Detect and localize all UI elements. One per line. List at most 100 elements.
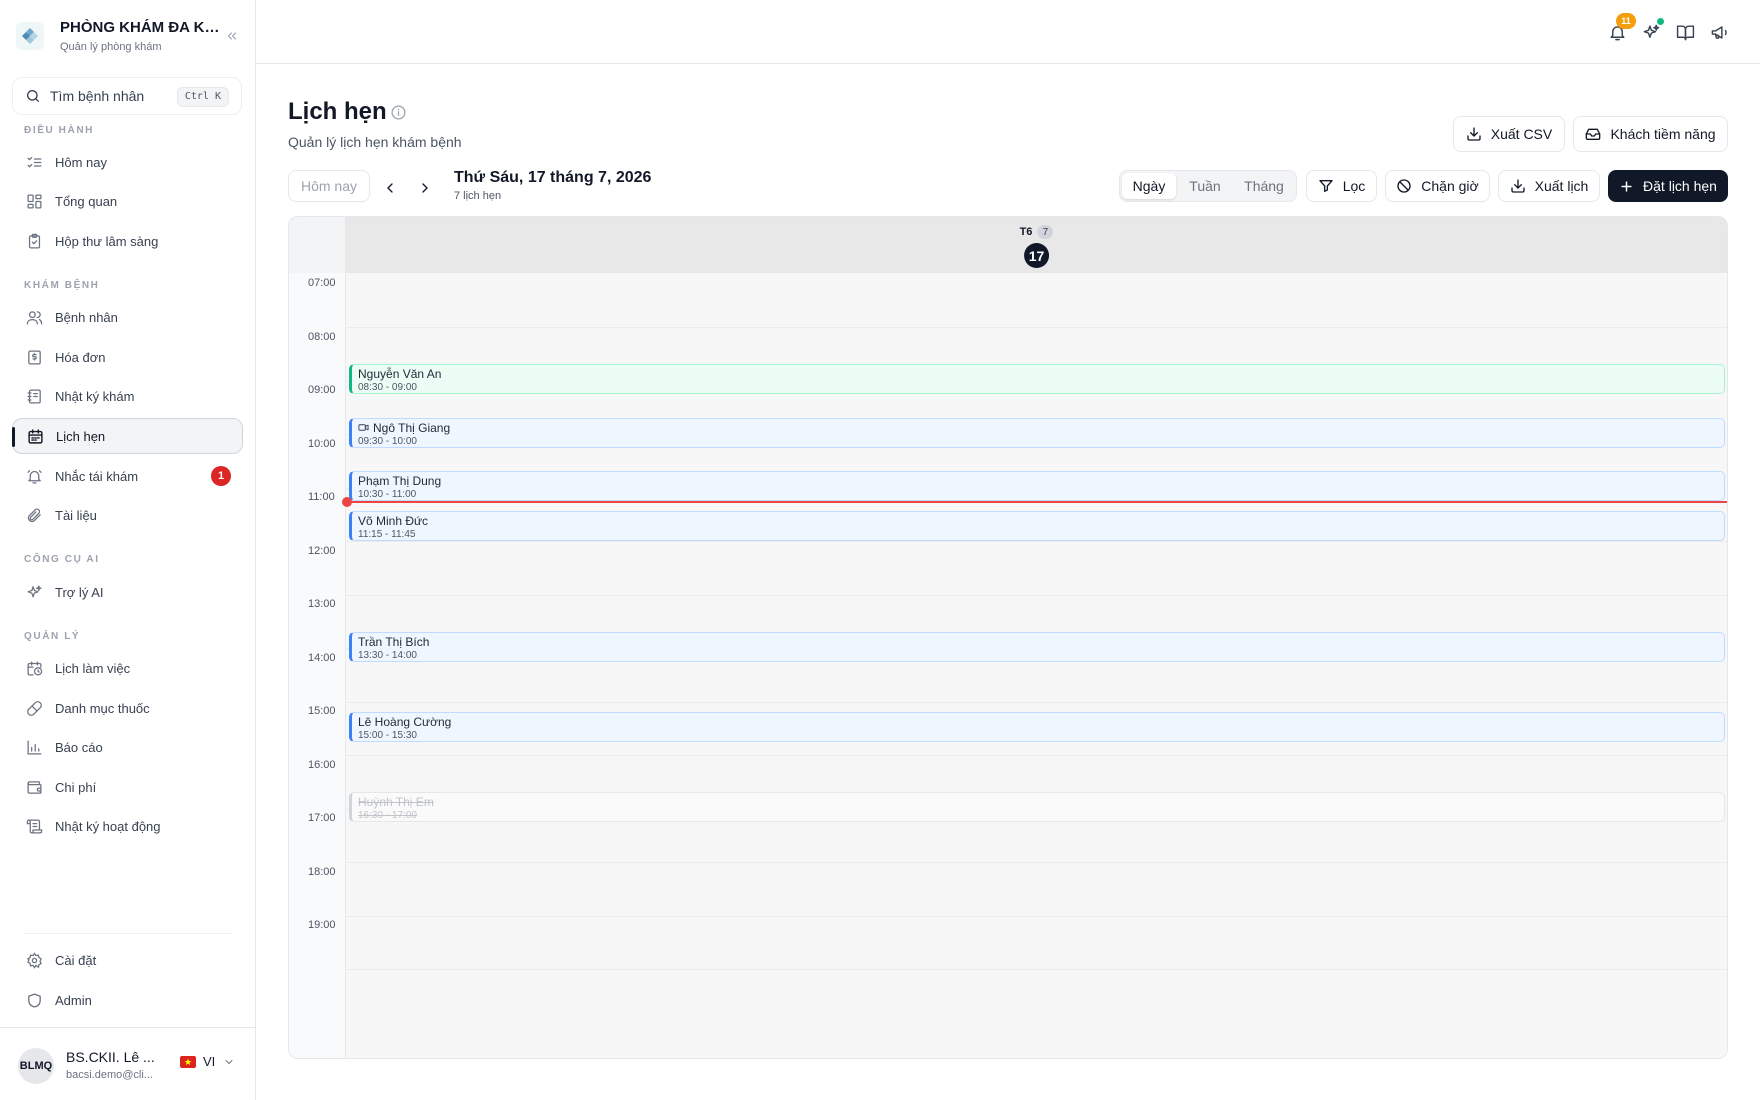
patient-search[interactable]: Tìm bệnh nhân Ctrl K [12, 77, 242, 115]
appointment-count: 7 lịch hẹn [454, 190, 502, 202]
sidebar-item-label: Tổng quan [55, 193, 118, 209]
sidebar-item-today[interactable]: Hôm nay [12, 144, 243, 180]
sidebar-item-invoices[interactable]: Hóa đơn [12, 339, 243, 375]
time-label: 08:00 [308, 330, 336, 343]
export-calendar-button[interactable]: Xuất lịch [1498, 170, 1600, 202]
sidebar-item-settings[interactable]: Cài đặt [12, 942, 243, 978]
time-label: 12:00 [308, 544, 336, 557]
bar-chart-icon [25, 738, 43, 756]
sidebar-item-work-schedule[interactable]: Lịch làm việc [12, 650, 243, 686]
sidebar-item-ai-assistant[interactable]: Trợ lý AI [12, 574, 243, 610]
sidebar-item-clinical-inbox[interactable]: Hộp thư lâm sàng [12, 223, 243, 259]
hour-gridline [346, 327, 1727, 328]
appointment-patient-name: Ngô Thị Giang [373, 420, 451, 435]
collapse-sidebar-button[interactable] [222, 26, 242, 46]
announcements-button[interactable] [1707, 20, 1731, 44]
filter-label: Lọc [1342, 178, 1366, 194]
export-csv-button[interactable]: Xuất CSV [1453, 116, 1565, 152]
appointment-time: 15:00 - 15:30 [358, 730, 417, 741]
sidebar-item-exam-log[interactable]: Nhật ký khám [12, 378, 243, 414]
clipboard-check-icon [25, 232, 43, 250]
sidebar-item-appointments[interactable]: Lịch hẹn [12, 418, 243, 454]
calendar-clock-icon [25, 659, 43, 677]
topbar: 11 [256, 0, 1760, 64]
sidebar-item-label: Hộp thư lâm sàng [55, 233, 159, 249]
appointment-patient-name: Trần Thị Bích [358, 634, 430, 649]
appointment-patient: Huỳnh Thị Em [358, 795, 1724, 809]
appointment-card[interactable]: Lê Hoàng Cường 15:00 - 15:30 [349, 712, 1725, 742]
calendar-header-gutter [289, 217, 346, 273]
inbox-icon [1585, 126, 1601, 142]
sidebar-item-label: Hôm nay [55, 154, 108, 170]
sidebar-item-activity-log[interactable]: Nhật ký hoạt động [12, 808, 243, 844]
appointment-card[interactable]: Ngô Thị Giang 09:30 - 10:00 [349, 417, 1725, 448]
hour-gridline [346, 701, 1727, 703]
notifications-button[interactable]: 11 [1605, 13, 1636, 44]
sidebar-item-expenses[interactable]: Chi phí [12, 769, 243, 805]
sidebar-item-drug-catalog[interactable]: Danh mục thuốc [12, 690, 243, 726]
hour-gridline [346, 755, 1727, 756]
section-label-examination: KHÁM BỆNH [24, 280, 100, 291]
sidebar-item-followup-reminders[interactable]: Nhắc tái khám 1 [12, 458, 243, 494]
megaphone-icon [1711, 25, 1727, 39]
sidebar-item-label: Nhắc tái khám [55, 468, 139, 484]
calendar-day-header[interactable]: T6 7 17 [346, 217, 1727, 273]
sidebar-item-overview[interactable]: Tổng quan [12, 183, 243, 219]
view-switcher: Ngày Tuần Tháng [1119, 170, 1297, 202]
sidebar-item-label: Nhật ký khám [55, 388, 135, 404]
sidebar-item-reports[interactable]: Báo cáo [12, 729, 243, 765]
export-calendar-label: Xuất lịch [1534, 178, 1589, 194]
next-day-button[interactable] [413, 176, 437, 200]
gear-icon [25, 951, 43, 969]
sidebar-item-documents[interactable]: Tài liệu [12, 497, 243, 533]
time-label: 17:00 [308, 812, 336, 824]
user-menu[interactable]: BLMQ BS.CKII. Lê ... bacsi.demo@cli... ★… [0, 1027, 256, 1100]
user-email: bacsi.demo@cli... [66, 1069, 153, 1081]
sparkles-icon [25, 583, 43, 601]
ai-assistant-button[interactable] [1639, 18, 1664, 44]
time-label: 15:00 [308, 705, 336, 717]
page-subtitle: Quản lý lịch hẹn khám bệnh [288, 134, 462, 150]
sidebar-item-label: Danh mục thuốc [55, 700, 150, 716]
sidebar-item-label: Hóa đơn [55, 349, 106, 365]
weekday-label: T6 [1019, 226, 1033, 238]
day-appointment-count: 7 [1037, 225, 1054, 239]
block-time-button[interactable]: Chặn giờ [1385, 170, 1490, 202]
today-button[interactable]: Hôm nay [288, 170, 370, 202]
sidebar-item-patients[interactable]: Bệnh nhân [12, 299, 243, 335]
new-appointment-button[interactable]: Đặt lịch hẹn [1608, 170, 1728, 202]
notebook-icon [25, 387, 43, 405]
leads-button[interactable]: Khách tiềm năng [1573, 116, 1728, 152]
view-tab-day[interactable]: Ngày [1122, 173, 1176, 199]
export-csv-label: Xuất CSV [1490, 126, 1553, 142]
view-tab-month[interactable]: Tháng [1234, 173, 1294, 199]
clinic-logo [16, 22, 44, 50]
view-tab-week[interactable]: Tuần [1178, 173, 1232, 199]
info-icon[interactable] [390, 104, 407, 121]
appointment-card[interactable]: Phạm Thị Dung 10:30 - 11:00 [349, 471, 1725, 502]
documentation-button[interactable] [1673, 20, 1697, 44]
hour-gridline [346, 594, 1727, 596]
section-label-ai-tools: CÔNG CỤ AI [24, 554, 100, 565]
page-title: Lịch hẹn [288, 98, 387, 125]
time-label: 09:00 [308, 384, 336, 396]
reminder-count-badge: 1 [211, 466, 231, 486]
sidebar-item-admin[interactable]: Admin [12, 982, 243, 1018]
filter-button[interactable]: Lọc [1306, 170, 1377, 202]
scroll-text-icon [25, 817, 43, 835]
language-switcher[interactable]: ★ VI [180, 1054, 235, 1069]
clinic-name: PHÒNG KHÁM ĐA KH... [60, 19, 220, 36]
appointment-card[interactable]: Võ Minh Đức 11:15 - 11:45 [349, 511, 1725, 542]
appointment-card[interactable]: Trần Thị Bích 13:30 - 14:00 [349, 631, 1725, 662]
time-label: 14:00 [308, 651, 336, 664]
previous-day-button[interactable] [378, 176, 402, 200]
appointment-card[interactable]: Nguyễn Văn An 08:30 - 09:00 [349, 364, 1725, 395]
chevron-left-icon [387, 183, 393, 193]
download-icon [1510, 178, 1526, 194]
appointment-patient: Phạm Thị Dung [358, 474, 1724, 488]
appointment-patient-name: Huỳnh Thị Em [358, 795, 434, 810]
appointment-card[interactable]: Huỳnh Thị Em 16:30 - 17:00 [349, 792, 1725, 823]
calendar-grid[interactable]: 07:00 08:00 09:00 10:00 11:00 12:00 13:00 14:00… [289, 273, 1727, 1058]
appointment-time: 10:30 - 11:00 [358, 489, 417, 501]
appointment-patient-name: Võ Minh Đức [358, 514, 429, 529]
